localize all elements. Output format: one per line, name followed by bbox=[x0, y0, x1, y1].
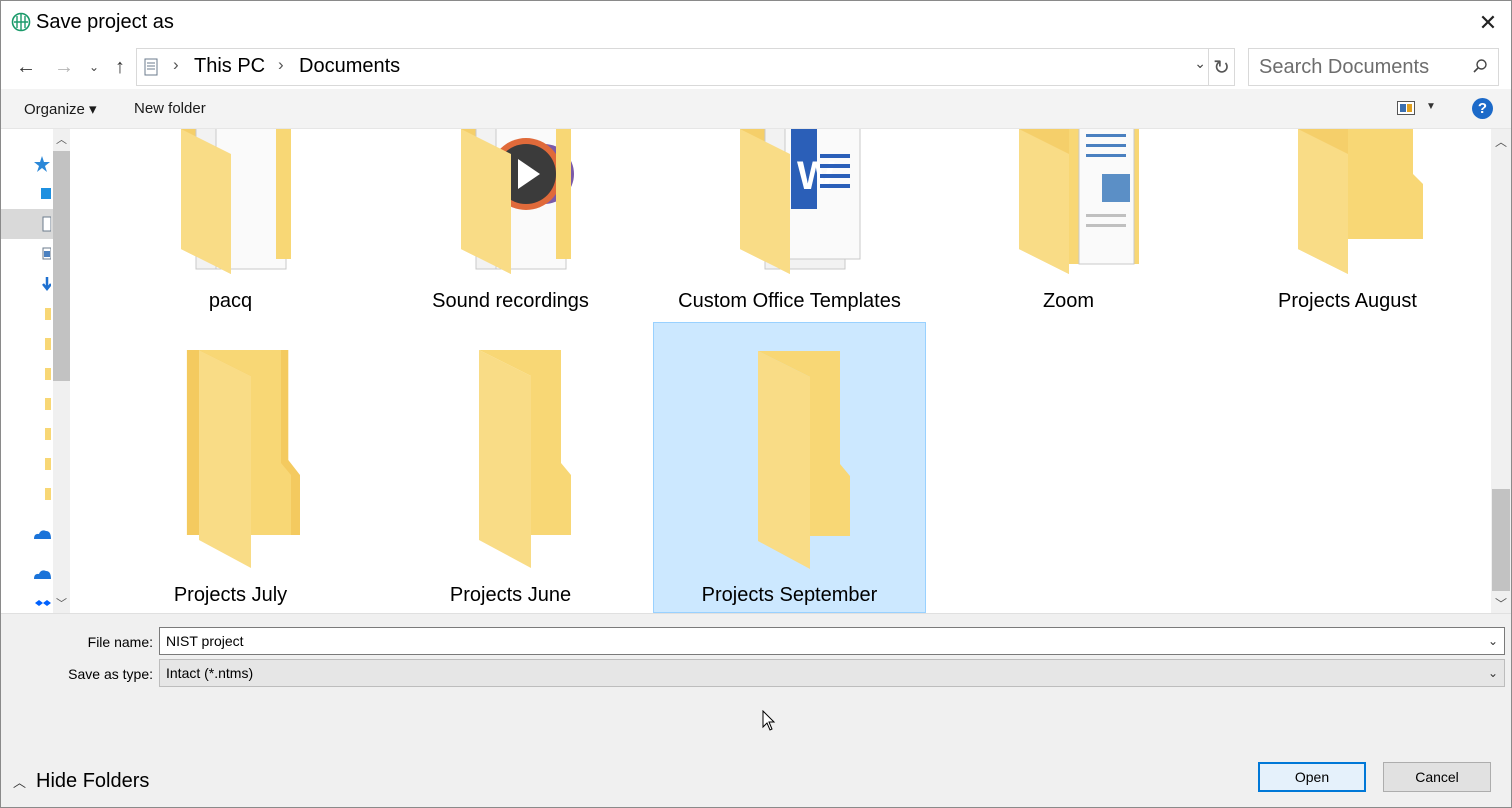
folder-name: Projects September bbox=[701, 584, 878, 606]
folder-with-word-doc-icon: W bbox=[739, 129, 860, 274]
chevron-down-icon[interactable]: ⌄ bbox=[1486, 632, 1500, 650]
folder-icon bbox=[1297, 129, 1423, 274]
chevron-down-icon[interactable]: ⌄ bbox=[1486, 664, 1500, 682]
folder-tile-sound-recordings[interactable]: Sound recordings bbox=[374, 129, 647, 319]
save-as-type-select[interactable]: Intact (*.ntms) ⌄ bbox=[159, 659, 1505, 687]
address-history-dropdown[interactable]: ⌄ bbox=[1194, 55, 1206, 72]
open-button[interactable]: Open bbox=[1258, 762, 1366, 792]
folder-icon bbox=[757, 351, 850, 569]
navigation-pane[interactable]: ︿ ﹀ bbox=[1, 129, 71, 613]
documents-icon[interactable] bbox=[33, 215, 51, 233]
folder-with-media-icon bbox=[460, 129, 574, 274]
folder-tile-projects-june[interactable]: Projects June bbox=[374, 322, 647, 613]
folder-icon bbox=[478, 350, 571, 568]
folder-name: Custom Office Templates bbox=[678, 290, 901, 312]
command-toolbar: Organize ▾ New folder ▼ ? bbox=[1, 89, 1511, 129]
hide-folders-label[interactable]: Hide Folders bbox=[36, 770, 149, 793]
save-as-type-value[interactable]: Intact (*.ntms) bbox=[166, 665, 253, 681]
scroll-down-arrow-icon[interactable]: ﹀ bbox=[1491, 593, 1511, 613]
file-name-value[interactable]: NIST project bbox=[166, 633, 244, 649]
save-as-type-label: Save as type: bbox=[68, 666, 153, 682]
scroll-up-arrow-icon[interactable]: ︿ bbox=[1491, 131, 1511, 151]
folder-icon[interactable] bbox=[33, 395, 51, 413]
save-options-panel: File name: NIST project ⌄ Save as type: … bbox=[1, 613, 1511, 807]
breadcrumb-separator: › bbox=[173, 55, 179, 74]
mouse-pointer-icon bbox=[762, 710, 776, 731]
folder-with-documents-icon bbox=[1018, 129, 1139, 274]
this-pc-icon bbox=[144, 58, 158, 76]
folder-tile-projects-july[interactable]: Projects July bbox=[94, 322, 367, 613]
folder-name: Projects July bbox=[173, 584, 288, 606]
save-dialog: Save project as ✕ ← → ⌄ ↑ › This PC › Do… bbox=[0, 0, 1512, 808]
scroll-up-arrow-icon[interactable]: ︿ bbox=[53, 131, 70, 147]
folder-tile-custom-office-templates[interactable]: W Custom Office Templates bbox=[653, 129, 926, 319]
navigation-pane-scroll-thumb[interactable] bbox=[53, 151, 70, 381]
new-folder-button[interactable]: New folder bbox=[134, 100, 206, 117]
close-button[interactable]: ✕ bbox=[1465, 1, 1511, 45]
chevron-up-icon[interactable]: ︿ bbox=[13, 772, 26, 791]
dropbox-icon[interactable] bbox=[33, 599, 51, 613]
folder-name: pacq bbox=[208, 290, 253, 312]
folder-tile-pacq[interactable]: pacq bbox=[94, 129, 367, 319]
folder-tile-projects-august[interactable]: Projects August bbox=[1211, 129, 1484, 319]
file-name-field[interactable]: NIST project ⌄ bbox=[159, 627, 1505, 655]
downloads-icon[interactable] bbox=[33, 275, 51, 293]
hide-folders-toggle[interactable]: ︿ Hide Folders bbox=[13, 770, 149, 793]
address-bar[interactable]: › This PC › Documents ⌄ ↻ bbox=[136, 48, 1235, 86]
onedrive-cloud-icon[interactable] bbox=[33, 565, 51, 583]
folder-name: Sound recordings bbox=[432, 290, 589, 312]
folder-icon[interactable] bbox=[33, 485, 51, 503]
folder-icon[interactable] bbox=[33, 455, 51, 473]
organize-menu[interactable]: Organize ▾ bbox=[24, 100, 97, 118]
folder-tile-projects-september[interactable]: Projects September bbox=[653, 322, 926, 613]
folder-tile-zoom[interactable]: Zoom bbox=[932, 129, 1205, 319]
breadcrumb-documents[interactable]: Documents bbox=[299, 55, 400, 78]
folder-icon[interactable] bbox=[33, 365, 51, 383]
app-logo-icon bbox=[11, 12, 31, 32]
scroll-down-arrow-icon[interactable]: ﹀ bbox=[53, 595, 70, 611]
cancel-button[interactable]: Cancel bbox=[1383, 762, 1491, 792]
folder-with-documents-icon bbox=[180, 129, 291, 274]
title-bar: Save project as ✕ bbox=[1, 1, 1511, 45]
recent-locations-button[interactable]: ⌄ bbox=[85, 53, 103, 81]
up-button[interactable]: ↑ bbox=[107, 53, 133, 81]
folder-icon[interactable] bbox=[33, 305, 51, 323]
onedrive-cloud-icon[interactable] bbox=[33, 525, 51, 543]
search-box[interactable] bbox=[1248, 48, 1499, 86]
change-view-icon[interactable] bbox=[1397, 101, 1415, 115]
pictures-icon[interactable] bbox=[33, 245, 51, 263]
breadcrumb-this-pc[interactable]: This PC bbox=[194, 55, 265, 78]
navigation-bar: ← → ⌄ ↑ › This PC › Documents ⌄ ↻ bbox=[1, 45, 1511, 89]
refresh-button[interactable]: ↻ bbox=[1208, 49, 1234, 85]
view-options-caret-icon[interactable]: ▼ bbox=[1426, 101, 1436, 112]
folder-icon[interactable] bbox=[33, 425, 51, 443]
file-list-scroll-thumb[interactable] bbox=[1492, 489, 1510, 591]
folder-name: Projects August bbox=[1278, 290, 1417, 312]
folder-icon[interactable] bbox=[33, 335, 51, 353]
forward-button[interactable]: → bbox=[49, 53, 79, 81]
desktop-icon[interactable] bbox=[33, 185, 51, 203]
help-icon[interactable]: ? bbox=[1472, 98, 1493, 119]
folder-name: Zoom bbox=[1042, 290, 1095, 312]
file-name-label: File name: bbox=[87, 634, 153, 650]
folder-name: Projects June bbox=[449, 584, 572, 606]
window-title: Save project as bbox=[36, 11, 174, 33]
back-button[interactable]: ← bbox=[11, 53, 41, 81]
folder-icon bbox=[186, 350, 300, 568]
breadcrumb-separator[interactable]: › bbox=[278, 55, 284, 75]
file-list[interactable]: pacq Sound recordings W Custom Office Te… bbox=[73, 129, 1491, 613]
search-input[interactable] bbox=[1259, 54, 1459, 80]
quick-access-star-icon[interactable] bbox=[33, 155, 51, 173]
search-icon[interactable] bbox=[1472, 58, 1488, 74]
